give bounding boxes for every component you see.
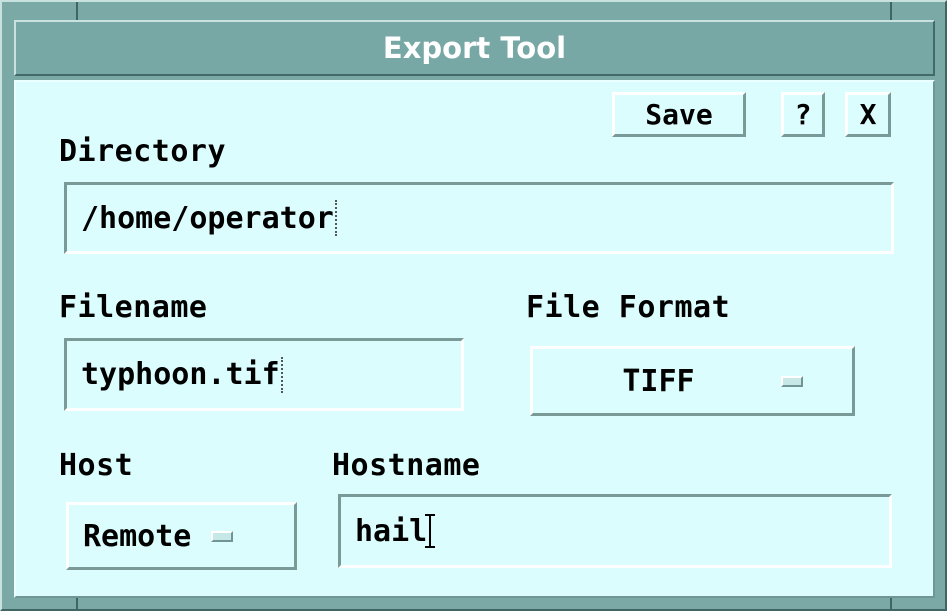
window-frame: Export Tool Save ? X Directory /home/ope…: [0, 0, 947, 611]
hostname-value: hail: [355, 513, 428, 549]
frame-resize-handle-bottom-right[interactable]: [890, 597, 892, 611]
close-button[interactable]: X: [845, 92, 891, 137]
text-cursor-icon: [280, 356, 287, 393]
frame-resize-handle-top-right[interactable]: [890, 2, 892, 20]
file-format-option-menu[interactable]: TIFF: [530, 346, 855, 416]
host-selected: Remote: [83, 518, 192, 554]
text-cursor-icon: [334, 200, 341, 236]
frame-resize-handle-bottom-left[interactable]: [76, 597, 78, 611]
host-label: Host: [59, 448, 134, 483]
dialog-body: Save ? X Directory /home/operator Filena…: [14, 80, 935, 598]
option-menu-indicator-icon: [211, 530, 234, 542]
filename-value: typhoon.tif: [81, 357, 280, 392]
host-option-menu[interactable]: Remote: [66, 502, 297, 570]
hostname-label: Hostname: [332, 448, 481, 483]
help-button[interactable]: ?: [781, 92, 825, 137]
filename-field[interactable]: typhoon.tif: [64, 338, 464, 411]
directory-value: /home/operator: [81, 200, 334, 236]
text-cursor-icon: [425, 514, 436, 548]
window-title: Export Tool: [382, 31, 567, 65]
file-format-selected: TIFF: [622, 363, 695, 399]
hostname-field[interactable]: hail: [338, 494, 892, 568]
directory-label: Directory: [59, 134, 227, 169]
filename-label: Filename: [59, 290, 208, 325]
title-bar[interactable]: Export Tool: [14, 20, 935, 76]
frame-resize-handle-top-left[interactable]: [76, 2, 78, 20]
directory-field[interactable]: /home/operator: [64, 182, 894, 254]
save-button[interactable]: Save: [612, 92, 746, 137]
file-format-label: File Format: [526, 290, 731, 325]
option-menu-indicator-icon: [780, 375, 803, 387]
